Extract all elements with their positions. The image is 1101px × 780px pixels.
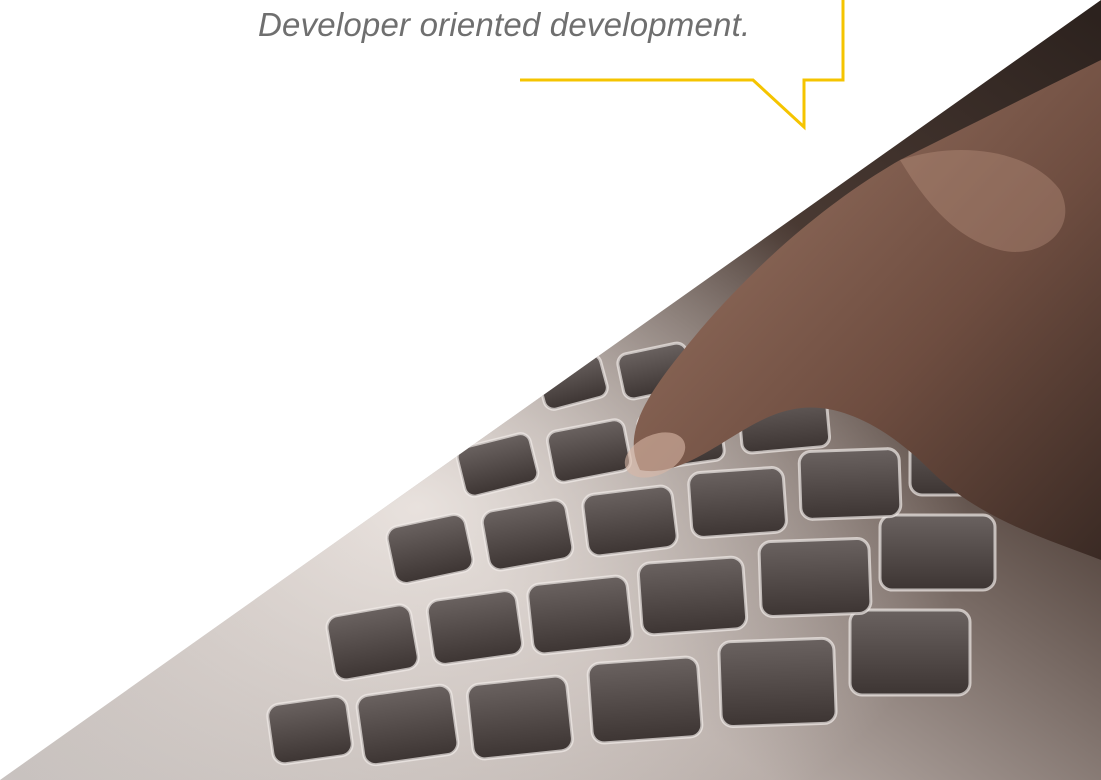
hero-section: Developer oriented development. — [0, 0, 1101, 780]
callout-bubble: Developer oriented development. — [0, 0, 1101, 140]
tagline-text: Developer oriented development. — [258, 6, 751, 43]
